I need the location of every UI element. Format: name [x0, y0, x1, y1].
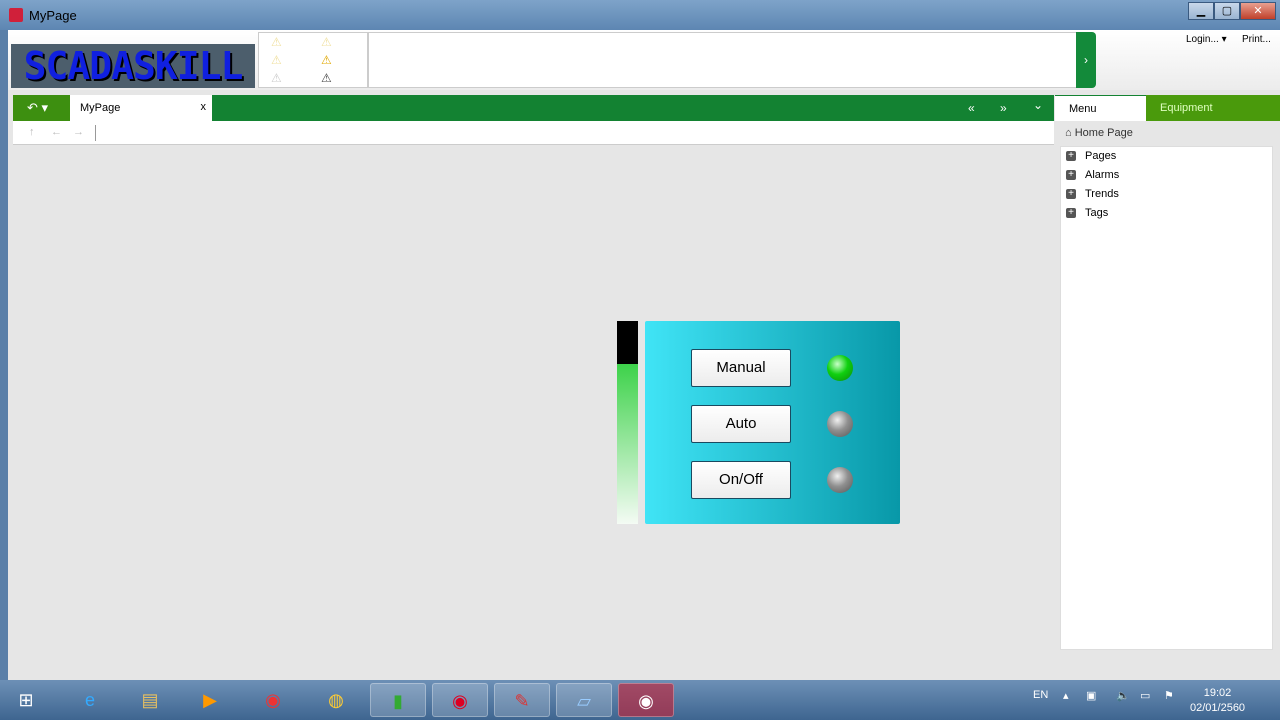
app-window: SCADASKILL ⚠ ⚠ ⚠ ⚠ ⚠ ⚠ › Login... ▾ Prin…	[8, 30, 1280, 680]
tab-menu[interactable]: Menu	[1055, 95, 1146, 121]
minimize-button[interactable]: ▁	[1188, 2, 1214, 20]
sidebar: Menu Equipment ⌂ Home Page + Pages + Alarm…	[1055, 95, 1280, 680]
tab-close-icon[interactable]: x	[201, 101, 207, 113]
level-fill	[617, 363, 638, 524]
show-hidden-icon[interactable]: ▴	[1063, 689, 1069, 702]
tree-item-label: Alarms	[1085, 169, 1120, 181]
alarm-clear-icon[interactable]: ⚠	[271, 71, 282, 85]
window-titlebar: MyPage ▁ ▢ ✕	[0, 0, 1280, 30]
tab-equipment[interactable]: Equipment	[1146, 95, 1280, 121]
chrome-icon[interactable]: ◉	[245, 683, 301, 717]
tree-item-alarms[interactable]: + Alarms	[1061, 166, 1272, 185]
onoff-button[interactable]: On/Off	[691, 461, 791, 499]
home-page-link[interactable]: ⌂ Home Page	[1065, 127, 1133, 139]
language-indicator[interactable]: EN	[1033, 689, 1048, 701]
login-button[interactable]: Login... ▾	[1186, 34, 1227, 45]
app-icon	[9, 8, 23, 22]
media-player-icon[interactable]: ▶	[182, 683, 238, 717]
alarm-ack-icon[interactable]: ⚠	[271, 35, 282, 49]
auto-button[interactable]: Auto	[691, 405, 791, 443]
expand-icon[interactable]: +	[1066, 151, 1076, 161]
auto-indicator	[827, 411, 853, 437]
level-gauge[interactable]	[617, 321, 638, 524]
expand-button[interactable]: ›	[1076, 32, 1096, 88]
manual-button[interactable]: Manual	[691, 349, 791, 387]
tree-item-label: Pages	[1085, 150, 1117, 162]
tab-bar: ↶ ▾ MyPage x « » ⌄	[13, 95, 1054, 121]
tab-label: MyPage	[80, 102, 121, 114]
tree-item-tags[interactable]: + Tags	[1061, 204, 1272, 223]
message-bar	[368, 32, 1078, 88]
expand-icon[interactable]: +	[1066, 189, 1076, 199]
manual-indicator	[827, 355, 853, 381]
close-button[interactable]: ✕	[1240, 2, 1276, 20]
ie-icon[interactable]: e	[62, 683, 118, 717]
back-menu-button[interactable]: ↶ ▾	[13, 95, 70, 121]
clock[interactable]: 19:02 02/01/2560	[1190, 686, 1245, 716]
alarm-sound-icon[interactable]: ⚠	[321, 35, 332, 49]
taskbar: ⊞ e ▤ ▶ ◉ ◍ ▮ ◉ ✎ ▱ ◉ EN ▴ ▣ 🔈 ▭ ⚑ 19:02…	[0, 680, 1280, 720]
window-title: MyPage	[29, 8, 77, 23]
tree-item-trends[interactable]: + Trends	[1061, 185, 1272, 204]
back-icon[interactable]: ←	[51, 126, 62, 138]
maximize-button[interactable]: ▢	[1214, 2, 1240, 20]
paint-icon[interactable]: ◍	[308, 683, 364, 717]
divider	[95, 125, 96, 141]
home-icon: ⌂	[1065, 127, 1072, 139]
first-tab-button[interactable]: «	[968, 101, 975, 115]
app-icon-3[interactable]: ✎	[494, 683, 550, 717]
app-icon-mypage[interactable]: ◉	[618, 683, 674, 717]
forward-icon[interactable]: →	[73, 126, 84, 138]
navigation-bar: ↑ ← →	[13, 121, 1054, 145]
mode-faceplate: Manual Auto On/Off	[645, 321, 900, 524]
expand-icon[interactable]: +	[1066, 170, 1076, 180]
up-icon[interactable]: ↑	[29, 126, 35, 138]
tray-app-icon[interactable]: ▣	[1086, 689, 1096, 702]
logo: SCADASKILL	[11, 44, 255, 88]
home-label: Home Page	[1074, 127, 1133, 139]
last-tab-button[interactable]: »	[1000, 101, 1007, 115]
print-button[interactable]: Print...	[1242, 34, 1271, 45]
network-icon[interactable]: ▭	[1140, 689, 1150, 702]
menu-tree: + Pages + Alarms + Trends + Tags	[1060, 146, 1273, 650]
app-icon-4[interactable]: ▱	[556, 683, 612, 717]
alarm-list-icon[interactable]: ⚠	[321, 71, 332, 85]
onoff-indicator	[827, 467, 853, 493]
tree-item-pages[interactable]: + Pages	[1061, 147, 1272, 166]
alarm-active-icon[interactable]: ⚠	[321, 53, 332, 67]
date: 02/01/2560	[1190, 702, 1246, 714]
time: 19:02	[1203, 687, 1232, 699]
action-center-icon[interactable]: ⚑	[1164, 689, 1174, 702]
start-button[interactable]: ⊞	[0, 683, 52, 717]
tab-mypage[interactable]: MyPage x	[70, 95, 212, 121]
header: SCADASKILL ⚠ ⚠ ⚠ ⚠ ⚠ ⚠ › Login... ▾ Prin…	[8, 30, 1280, 90]
volume-icon[interactable]: 🔈	[1116, 689, 1130, 702]
explorer-icon[interactable]: ▤	[122, 683, 178, 717]
tree-item-label: Tags	[1085, 207, 1109, 219]
alarm-icon[interactable]: ⚠	[271, 53, 282, 67]
app-icon-1[interactable]: ▮	[370, 683, 426, 717]
tab-list-button[interactable]: ⌄	[1033, 98, 1043, 112]
app-icon-2[interactable]: ◉	[432, 683, 488, 717]
tree-item-label: Trends	[1085, 188, 1119, 200]
alarm-summary[interactable]: ⚠ ⚠ ⚠ ⚠ ⚠ ⚠	[258, 32, 368, 88]
expand-icon[interactable]: +	[1066, 208, 1076, 218]
